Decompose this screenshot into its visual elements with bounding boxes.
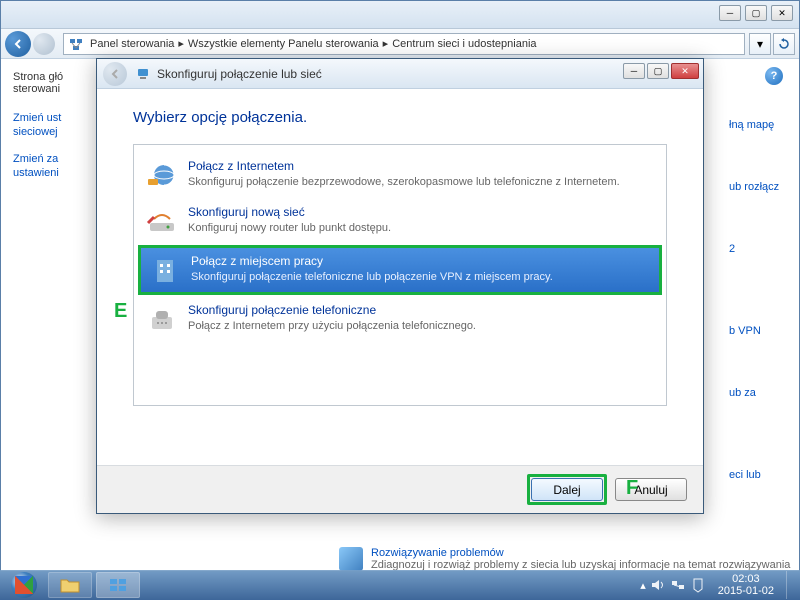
maximize-button[interactable]: ▢ xyxy=(745,5,767,21)
crumb-2[interactable]: Wszystkie elementy Panelu sterowania xyxy=(188,38,379,50)
folder-icon xyxy=(60,577,80,593)
option-desc: Połącz z Internetem przy użyciu połączen… xyxy=(188,319,654,333)
globe-icon xyxy=(146,159,178,191)
annotation-f: F xyxy=(626,477,638,500)
troubleshoot-link[interactable]: Rozwiązywanie problemów xyxy=(371,547,504,559)
router-icon xyxy=(146,205,178,237)
sidebar-link-adapter[interactable]: Zmień ustsieciowej xyxy=(13,111,91,140)
taskbar-explorer[interactable] xyxy=(48,572,92,598)
option-desc: Konfiguruj nowy router lub punkt dostępu… xyxy=(188,221,654,235)
window-titlebar: ─ ▢ ✕ xyxy=(1,1,799,29)
wizard-titlebar[interactable]: Skonfiguruj połączenie lub sieć ─ ▢ ✕ xyxy=(97,59,703,89)
wizard-network-icon xyxy=(135,66,151,82)
wizard-minimize-button[interactable]: ─ xyxy=(623,63,645,79)
navigation-bar: Panel sterowania ▸ Wszystkie elementy Pa… xyxy=(1,29,799,59)
action-center-icon[interactable] xyxy=(690,577,706,593)
sidebar-link-sharing[interactable]: Zmień zaustawieni xyxy=(13,152,91,181)
wizard-close-button[interactable]: ✕ xyxy=(671,63,699,79)
start-button[interactable] xyxy=(4,571,44,599)
windows-orb-icon xyxy=(11,572,37,598)
close-button[interactable]: ✕ xyxy=(771,5,793,21)
option-title: Połącz z Internetem xyxy=(188,159,654,175)
app-icon xyxy=(108,577,128,593)
troubleshoot-icon xyxy=(339,547,363,571)
right-link-1[interactable]: łną mapę xyxy=(729,119,787,131)
sidebar-home[interactable]: Strona głósterowani xyxy=(13,71,91,95)
wizard-footer: Dalej Anuluj xyxy=(97,465,703,513)
refresh-button[interactable] xyxy=(773,33,795,55)
setup-connection-wizard: Skonfiguruj połączenie lub sieć ─ ▢ ✕ Wy… xyxy=(96,58,704,514)
option-title: Połącz z miejscem pracy xyxy=(191,254,651,270)
taskbar-app[interactable] xyxy=(96,572,140,598)
minimize-button[interactable]: ─ xyxy=(719,5,741,21)
nav-back-button[interactable] xyxy=(5,31,31,57)
network-tray-icon[interactable] xyxy=(670,577,686,593)
wizard-heading: Wybierz opcję połączenia. xyxy=(133,109,667,126)
wizard-maximize-button[interactable]: ▢ xyxy=(647,63,669,79)
crumb-sep: ▸ xyxy=(383,37,389,50)
wizard-back-button xyxy=(103,62,127,86)
help-icon[interactable]: ? xyxy=(765,67,783,85)
option-title: Skonfiguruj nową sieć xyxy=(188,205,654,221)
option-connect-internet[interactable]: Połącz z Internetem Skonfiguruj połączen… xyxy=(138,153,662,197)
option-setup-network[interactable]: Skonfiguruj nową sieć Konfiguruj nowy ro… xyxy=(138,199,662,243)
crumb-3[interactable]: Centrum sieci i udostepniania xyxy=(392,38,536,50)
building-icon xyxy=(149,254,181,286)
sidebar: Strona głósterowani Zmień ustsieciowej Z… xyxy=(1,59,91,571)
taskbar: ▴ 02:03 2015-01-02 xyxy=(0,570,800,600)
right-link-4[interactable]: b VPN xyxy=(729,325,787,337)
refresh-icon xyxy=(778,38,790,50)
crumb-sep: ▸ xyxy=(178,37,184,50)
right-link-5[interactable]: ub za xyxy=(729,387,787,399)
breadcrumb[interactable]: Panel sterowania ▸ Wszystkie elementy Pa… xyxy=(63,33,745,55)
option-title: Skonfiguruj połączenie telefoniczne xyxy=(188,303,654,319)
tray-expand-icon[interactable]: ▴ xyxy=(640,579,646,592)
right-link-6[interactable]: eci lub xyxy=(729,469,787,481)
option-setup-dialup[interactable]: Skonfiguruj połączenie telefoniczne Połą… xyxy=(138,297,662,341)
right-link-2[interactable]: ub rozłącz xyxy=(729,181,787,193)
dropdown-button[interactable]: ▾ xyxy=(749,33,771,55)
crumb-1[interactable]: Panel sterowania xyxy=(90,38,174,50)
troubleshoot-section: Rozwiązywanie problemów Zdiagnozuj i roz… xyxy=(339,547,790,571)
phone-icon xyxy=(146,303,178,335)
date: 2015-01-02 xyxy=(718,585,774,597)
volume-icon[interactable] xyxy=(650,577,666,593)
system-tray: ▴ 02:03 2015-01-02 xyxy=(640,571,796,599)
option-connect-workplace[interactable]: Połącz z miejscem pracy Skonfiguruj połą… xyxy=(138,245,662,295)
clock[interactable]: 02:03 2015-01-02 xyxy=(710,573,782,597)
next-button[interactable]: Dalej xyxy=(531,478,603,501)
annotation-e: E xyxy=(114,300,127,323)
show-desktop-button[interactable] xyxy=(786,571,796,599)
connection-options-list: Połącz z Internetem Skonfiguruj połączen… xyxy=(133,144,667,406)
time: 02:03 xyxy=(718,573,774,585)
nav-forward-button[interactable] xyxy=(33,33,55,55)
wizard-title: Skonfiguruj połączenie lub sieć xyxy=(157,67,322,81)
network-icon xyxy=(68,36,84,52)
option-desc: Skonfiguruj połączenie bezprzewodowe, sz… xyxy=(188,175,654,189)
right-link-3[interactable]: 2 xyxy=(729,243,787,255)
option-desc: Skonfiguruj połączenie telefoniczne lub … xyxy=(191,270,651,284)
